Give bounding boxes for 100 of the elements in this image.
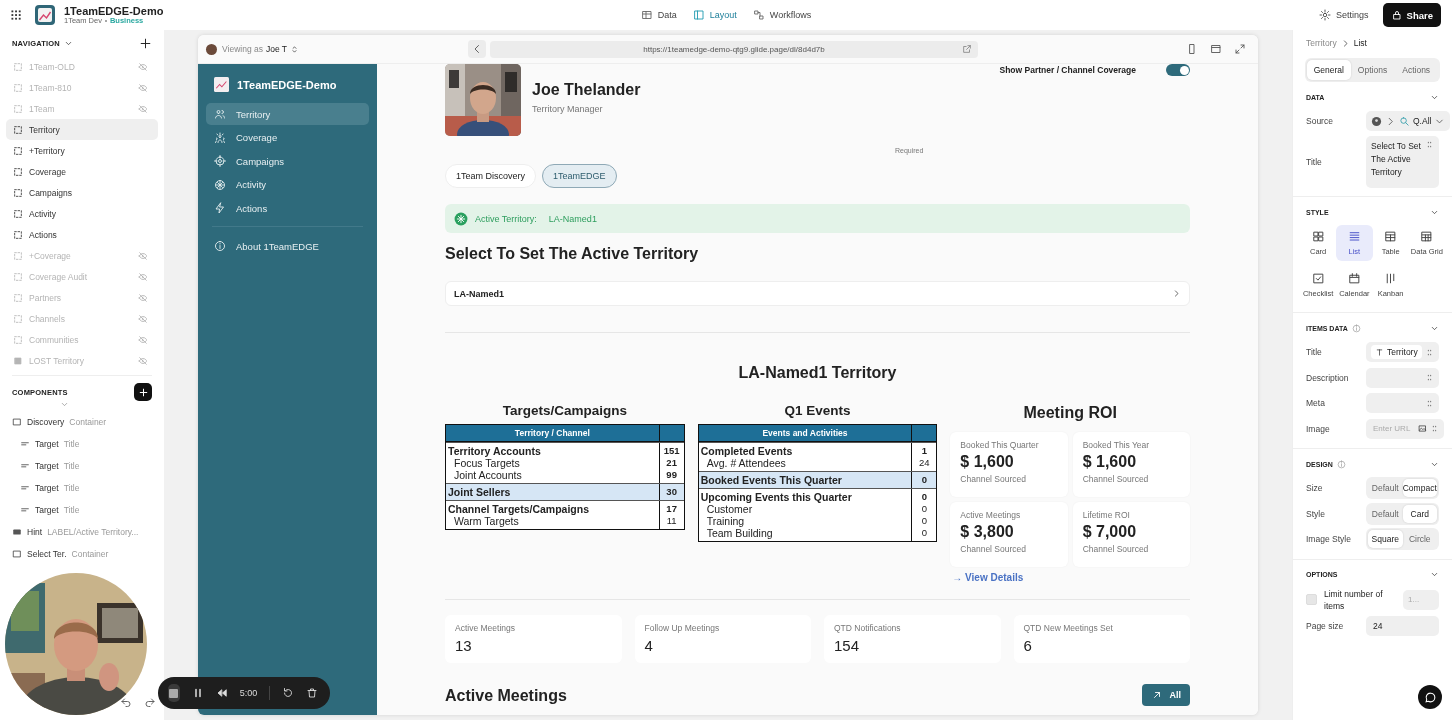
screen-icon xyxy=(13,334,23,345)
list-item[interactable]: LA-Named1 xyxy=(445,281,1190,306)
mode-tab[interactable]: Workflows xyxy=(752,6,812,24)
view-details-link[interactable]: → View Details xyxy=(950,572,1024,583)
column-chip[interactable]: Territory xyxy=(1371,345,1422,359)
app-nav-item[interactable]: Activity xyxy=(206,173,369,196)
table-cell-text: Focus Targets xyxy=(453,457,521,469)
app-nav-item[interactable]: Territory xyxy=(206,103,369,125)
tab[interactable]: Options xyxy=(1350,60,1395,80)
app-title: 1TeamEDGE-Demo xyxy=(237,78,337,91)
hidden-icon[interactable] xyxy=(138,61,148,72)
add-component-button[interactable] xyxy=(134,383,152,401)
screen-icon xyxy=(13,103,23,114)
info-icon[interactable] xyxy=(1336,459,1346,469)
choice-pill[interactable]: 1TeamEDGE xyxy=(542,164,617,188)
toggle-switch[interactable] xyxy=(1166,64,1190,76)
banner-label: Active Territory: xyxy=(475,213,537,224)
chevron-right-icon xyxy=(1172,289,1181,298)
expand-icon[interactable] xyxy=(1234,43,1246,55)
component-item[interactable]: Select Ter. Container xyxy=(12,543,152,565)
nav-item[interactable]: Territory xyxy=(6,119,158,140)
mode-tab[interactable]: Data xyxy=(640,6,677,24)
hidden-icon[interactable] xyxy=(138,103,148,114)
segment-option[interactable]: Square xyxy=(1368,530,1403,548)
breadcrumb-link[interactable]: Territory xyxy=(1306,38,1337,48)
nav-item[interactable]: Activity xyxy=(6,203,158,224)
rewind-icon[interactable] xyxy=(215,687,228,699)
nav-item[interactable]: Campaigns xyxy=(6,182,158,203)
segment-option[interactable]: Compact xyxy=(1402,479,1437,497)
drag-handle-icon[interactable] xyxy=(1425,139,1434,149)
url-field[interactable]: https://1teamedge-demo-qtg9.glide.page/dl/8d4d7b xyxy=(490,40,978,58)
app-logo-icon xyxy=(35,5,55,25)
app-grid-icon[interactable] xyxy=(11,9,22,21)
viewer-name[interactable]: Joe T xyxy=(265,44,288,54)
drag-handle-icon[interactable] xyxy=(1425,398,1434,408)
add-icon[interactable] xyxy=(139,36,152,50)
app-nav-item[interactable]: Campaigns xyxy=(206,150,369,172)
restart-icon[interactable] xyxy=(282,687,294,699)
phone-icon[interactable] xyxy=(1186,43,1198,55)
chevron-down-icon[interactable] xyxy=(1430,570,1439,579)
hidden-icon[interactable] xyxy=(138,82,148,93)
trash-icon[interactable] xyxy=(306,687,318,699)
hidden-icon[interactable] xyxy=(138,250,148,261)
list-title: Select To Set The Active Territory xyxy=(445,244,700,264)
metric-note: Channel Sourced xyxy=(1082,544,1150,554)
mode-tab[interactable]: Layout xyxy=(692,6,737,24)
app-nav-item[interactable]: Coverage xyxy=(206,126,369,149)
external-link-icon[interactable] xyxy=(962,44,972,54)
binding-field[interactable] xyxy=(1366,367,1439,388)
segment-option[interactable]: Default xyxy=(1368,479,1403,497)
component-item[interactable]: Target Title xyxy=(12,433,152,455)
window-icon[interactable] xyxy=(1210,43,1222,55)
sort-icon[interactable] xyxy=(290,44,300,54)
drag-handle-icon[interactable] xyxy=(1430,424,1439,433)
back-button[interactable] xyxy=(468,40,486,58)
app-nav-item[interactable]: Actions xyxy=(206,197,369,219)
component-item[interactable]: Target Title xyxy=(12,499,152,521)
checkbox[interactable] xyxy=(1306,594,1317,605)
segment-option[interactable]: Card xyxy=(1402,504,1437,523)
app-nav-item[interactable]: About 1TeamEDGE xyxy=(206,235,369,257)
hidden-icon[interactable] xyxy=(138,355,148,366)
limit-field[interactable]: 1... xyxy=(1403,589,1439,610)
title-field[interactable]: Select To Set The Active Territory xyxy=(1366,135,1439,188)
tab[interactable]: General xyxy=(1307,60,1351,80)
undo-icon[interactable] xyxy=(120,696,132,708)
crosshair-icon xyxy=(214,155,226,167)
view-all-button[interactable]: All xyxy=(1142,684,1190,706)
segment-option[interactable]: Default xyxy=(1368,504,1403,523)
image-icon[interactable] xyxy=(1418,424,1427,433)
field-label: Description xyxy=(1306,372,1350,383)
chevron-down-icon[interactable] xyxy=(60,400,69,409)
page-size-field[interactable]: 24 xyxy=(1366,616,1439,636)
screen-icon xyxy=(13,187,23,198)
nav-item[interactable]: Actions xyxy=(6,224,158,245)
stop-button[interactable] xyxy=(168,684,180,702)
hidden-icon[interactable] xyxy=(138,292,148,303)
settings-button[interactable]: Settings xyxy=(1319,9,1369,21)
tab[interactable]: Actions xyxy=(1394,60,1438,80)
component-item[interactable]: Target Title xyxy=(12,455,152,477)
table-cell-text: Channel Targets/Campaigns xyxy=(447,502,590,515)
hidden-icon[interactable] xyxy=(138,334,148,345)
component-item[interactable]: Hint LABEL/Active Territory... xyxy=(12,521,152,543)
hidden-icon[interactable] xyxy=(138,313,148,324)
chat-button[interactable] xyxy=(1418,685,1442,709)
table-cell: 0 xyxy=(911,472,937,488)
choice-pill[interactable]: 1Team Discovery xyxy=(445,164,537,188)
nav-item[interactable]: +Territory xyxy=(6,140,158,161)
component-item[interactable]: Discovery Container xyxy=(12,411,152,433)
segment-option[interactable]: Circle xyxy=(1402,530,1437,548)
component-item[interactable]: Target Title xyxy=(12,477,152,499)
hidden-icon[interactable] xyxy=(138,271,148,282)
redo-icon[interactable] xyxy=(144,696,156,708)
source-picker[interactable]: Q.All xyxy=(1366,111,1451,131)
binding-field[interactable]: Territory xyxy=(1366,342,1439,362)
drag-handle-icon[interactable] xyxy=(1425,347,1434,357)
drag-handle-icon[interactable] xyxy=(1425,373,1434,382)
nav-item[interactable]: Coverage xyxy=(6,161,158,182)
info-icon[interactable] xyxy=(1351,323,1361,333)
binding-field[interactable] xyxy=(1366,393,1439,413)
share-button[interactable]: Share xyxy=(1382,3,1441,27)
